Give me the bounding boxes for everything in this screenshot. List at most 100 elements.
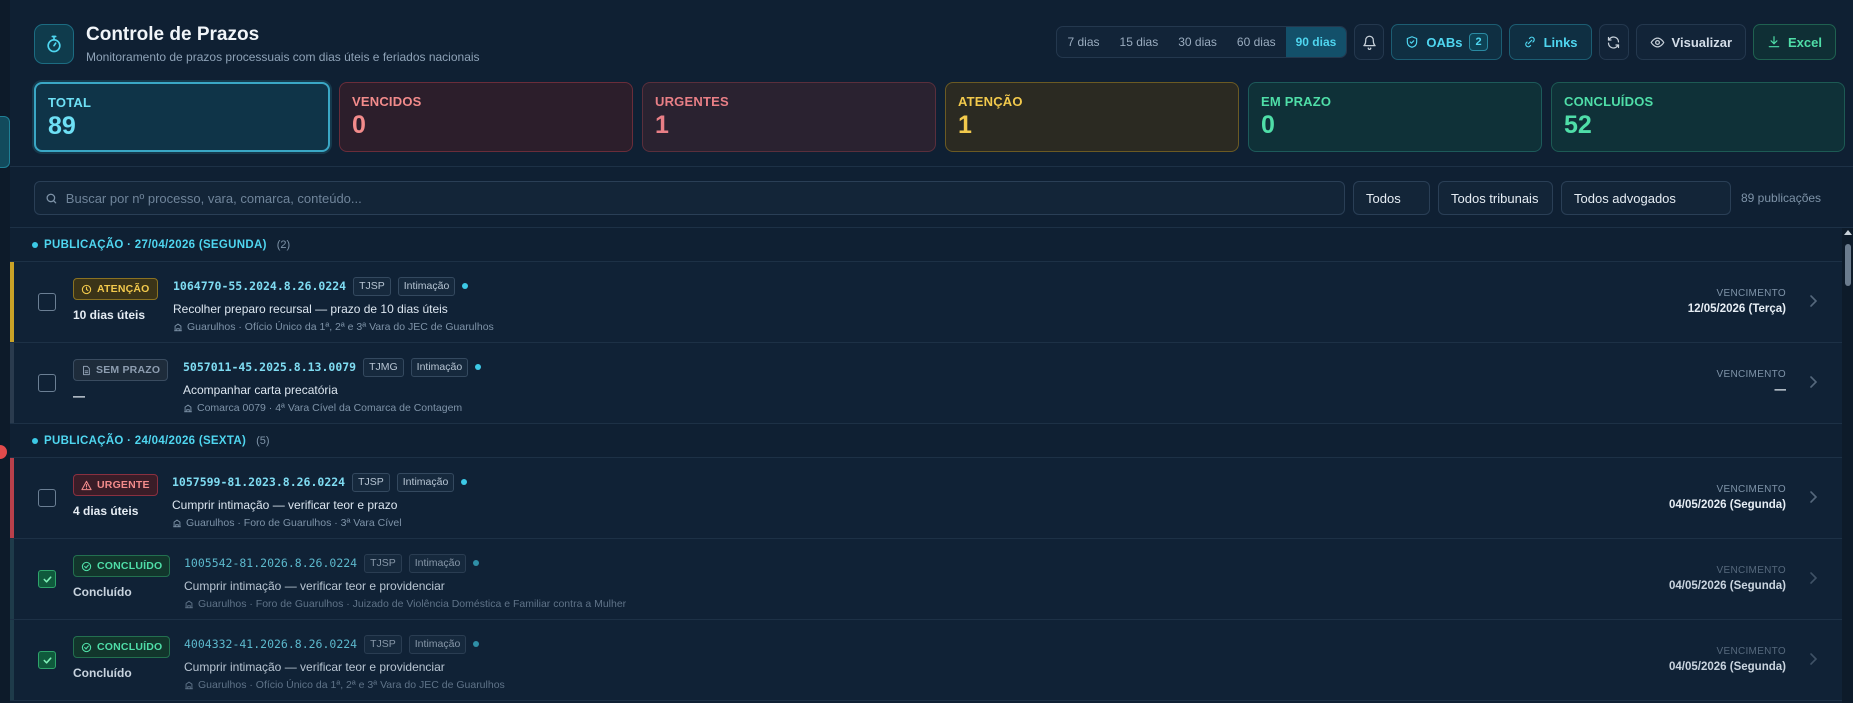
tribunal-tag: TJSP [352, 472, 390, 492]
period-60-button[interactable]: 60 dias [1227, 27, 1286, 57]
process-number[interactable]: 1005542-81.2026.8.26.0224 [184, 556, 357, 570]
tribunal-filter-select[interactable]: Todos tribunais [1438, 181, 1553, 215]
stat-value: 89 [48, 112, 76, 140]
page-header: Controle de Prazos Monitoramento de praz… [10, 0, 1853, 78]
type-tag: Intimação [408, 634, 467, 654]
notification-dot [0, 445, 7, 459]
due-date-value: 04/05/2026 (Segunda) [1669, 661, 1786, 673]
page-subtitle: Monitoramento de prazos processuais com … [86, 50, 480, 64]
period-15-button[interactable]: 15 dias [1110, 27, 1169, 57]
chevron-right-icon[interactable] [1808, 571, 1818, 585]
check-icon [43, 656, 51, 664]
process-number[interactable]: 5057011-45.2025.8.13.0079 [183, 360, 356, 374]
side-panel-toggle[interactable] [0, 116, 10, 168]
oabs-button[interactable]: OABs 2 [1391, 24, 1502, 60]
search-box [34, 181, 1345, 215]
chevron-right-icon[interactable] [1808, 294, 1818, 308]
list-item[interactable]: SEM PRAZO — 5057011-45.2025.8.13.0079 TJ… [10, 343, 1842, 424]
notifications-button[interactable] [1354, 24, 1385, 60]
due-date: VENCIMENTO — [1717, 369, 1787, 396]
stats-cards: TOTAL 89 VENCIDOS 0 URGENTES 1 ATENÇÃO 1… [34, 82, 1845, 152]
clock-icon [81, 284, 92, 294]
new-indicator-dot [473, 641, 480, 647]
period-90-button[interactable]: 90 dias [1285, 27, 1347, 57]
status-badge: CONCLUÍDO [73, 555, 171, 577]
excel-export-button[interactable]: Excel [1753, 24, 1836, 60]
chevron-right-icon[interactable] [1808, 490, 1818, 504]
building-icon [174, 323, 182, 332]
group-header: PUBLICAÇÃO · 27/04/2026 (SEGUNDA) (2) [10, 228, 1842, 262]
list-item[interactable]: URGENTE 4 dias úteis 1057599-81.2023.8.2… [10, 458, 1842, 539]
status-accent-bar [10, 262, 14, 342]
list-item[interactable]: CONCLUÍDO Concluído 1005542-81.2026.8.26… [10, 539, 1842, 620]
chevron-right-icon[interactable] [1808, 375, 1818, 389]
stat-label: TOTAL [48, 95, 92, 110]
process-number[interactable]: 1057599-81.2023.8.26.0224 [172, 475, 345, 489]
due-date: VENCIMENTO 04/05/2026 (Segunda) [1669, 484, 1786, 511]
status-badge: ATENÇÃO [73, 278, 158, 300]
process-number[interactable]: 1064770-55.2024.8.26.0224 [173, 279, 346, 293]
visualizar-button[interactable]: Visualizar [1635, 24, 1747, 60]
stat-value: 0 [1261, 111, 1275, 139]
oabs-count-badge: 2 [1469, 33, 1488, 51]
check-icon [43, 575, 51, 583]
process-info: 1005542-81.2026.8.26.0224 TJSP Intimação… [184, 553, 626, 610]
stat-card-vencidos[interactable]: VENCIDOS 0 [339, 82, 633, 152]
row-checkbox[interactable] [38, 570, 56, 588]
scroll-up-arrow-icon[interactable] [1844, 230, 1852, 235]
list-item[interactable]: ATENÇÃO 10 dias úteis 1064770-55.2024.8.… [10, 262, 1842, 343]
row-checkbox[interactable] [38, 489, 56, 507]
status-badge: SEM PRAZO [73, 359, 169, 381]
location-text: Guarulhos · Ofício Único da 1ª, 2ª e 3ª … [187, 321, 494, 333]
group-count: (5) [256, 434, 270, 447]
status-accent-bar [10, 539, 14, 619]
list-scrollbar[interactable] [1842, 228, 1853, 703]
period-30-button[interactable]: 30 dias [1168, 27, 1227, 57]
process-location: Comarca 0079 · 4ª Vara Cível da Comarca … [183, 402, 481, 414]
status-accent-bar [10, 620, 14, 700]
type-tag: Intimação [396, 472, 455, 492]
advogado-filter-select[interactable]: Todos advogados [1561, 181, 1731, 215]
stat-card-em-prazo[interactable]: EM PRAZO 0 [1248, 82, 1542, 152]
location-text: Guarulhos · Foro de Guarulhos · 3ª Vara … [186, 517, 402, 529]
stat-card-total[interactable]: TOTAL 89 [34, 82, 330, 152]
stat-value: 1 [655, 111, 669, 139]
links-button[interactable]: Links [1508, 24, 1592, 60]
download-icon [1768, 36, 1780, 48]
period-7-button[interactable]: 7 dias [1057, 27, 1109, 57]
scrollbar-thumb[interactable] [1845, 244, 1851, 286]
tribunal-tag: TJSP [353, 276, 391, 296]
stat-card-urgentes[interactable]: URGENTES 1 [642, 82, 936, 152]
row-checkbox[interactable] [38, 374, 56, 392]
status-filter-select[interactable]: Todos [1353, 181, 1430, 215]
row-checkbox[interactable] [38, 293, 56, 311]
filter-bar: Todos Todos tribunais Todos advogados 89… [34, 181, 1845, 215]
group-title: PUBLICAÇÃO · 27/04/2026 (SEGUNDA) [44, 238, 267, 251]
process-description: Acompanhar carta precatória [183, 383, 338, 397]
app-window: Controle de Prazos Monitoramento de praz… [10, 0, 1853, 703]
due-date-value: 04/05/2026 (Segunda) [1669, 499, 1786, 511]
type-tag: Intimação [410, 357, 469, 377]
chevron-right-icon[interactable] [1808, 652, 1818, 666]
toolbar: 7 dias 15 dias 30 dias 60 dias 90 dias O… [1056, 24, 1836, 60]
stat-value: 1 [958, 111, 972, 139]
stat-label: EM PRAZO [1261, 94, 1332, 109]
row-checkbox[interactable] [38, 651, 56, 669]
check-circle-icon [81, 561, 92, 571]
status-text: CONCLUÍDO [97, 560, 163, 572]
search-input[interactable] [65, 190, 1334, 206]
stat-value: 0 [352, 111, 366, 139]
stat-card-concluidos[interactable]: CONCLUÍDOS 52 [1551, 82, 1845, 152]
process-location: Guarulhos · Ofício Único da 1ª, 2ª e 3ª … [184, 679, 505, 691]
process-description: Cumprir intimação — verificar teor e pra… [172, 498, 398, 512]
stat-card-atencao[interactable]: ATENÇÃO 1 [945, 82, 1239, 152]
process-info: 1057599-81.2023.8.26.0224 TJSP Intimação… [172, 472, 468, 529]
list-item[interactable]: CONCLUÍDO Concluído 4004332-41.2026.8.26… [10, 620, 1842, 701]
process-number[interactable]: 4004332-41.2026.8.26.0224 [184, 637, 357, 651]
shield-icon [1407, 36, 1418, 48]
building-icon [184, 404, 192, 413]
tribunal-tag: TJSP [364, 553, 402, 573]
new-indicator-dot [461, 479, 468, 485]
refresh-button[interactable] [1598, 24, 1629, 60]
check-circle-icon [81, 642, 92, 652]
